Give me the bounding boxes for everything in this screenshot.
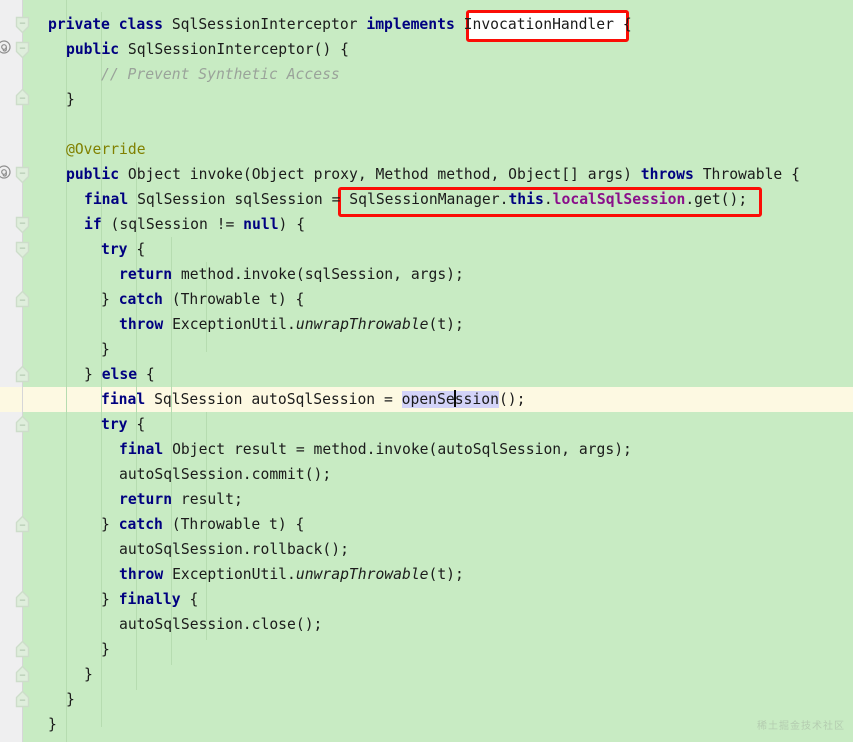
code-line[interactable]: @Override (66, 137, 146, 162)
code-line[interactable]: } (66, 687, 75, 712)
code-line[interactable]: } else { (84, 362, 155, 387)
code-line[interactable]: } (101, 637, 110, 662)
code-line[interactable]: return method.invoke(sqlSession, args); (119, 262, 464, 287)
code-line[interactable]: // Prevent Synthetic Access (101, 62, 340, 87)
code-line[interactable]: } catch (Throwable t) { (101, 512, 304, 537)
code-line[interactable]: public Object invoke(Object proxy, Metho… (66, 162, 800, 187)
code-line[interactable]: } (101, 337, 110, 362)
code-line[interactable]: autoSqlSession.close(); (119, 612, 322, 637)
code-line-current[interactable]: final SqlSession autoSqlSession = openSe… (101, 387, 525, 412)
code-line[interactable]: private class SqlSessionInterceptor impl… (48, 12, 632, 37)
code-line[interactable]: } catch (Throwable t) { (101, 287, 304, 312)
code-line[interactable]: } (84, 662, 93, 687)
code-line[interactable]: public SqlSessionInterceptor() { (66, 37, 349, 62)
code-line[interactable]: autoSqlSession.rollback(); (119, 537, 349, 562)
code-line[interactable]: throw ExceptionUtil.unwrapThrowable(t); (119, 562, 464, 587)
code-line[interactable]: try { (101, 412, 145, 437)
code-text-layer[interactable]: private class SqlSessionInterceptor impl… (0, 0, 853, 742)
code-line[interactable]: if (sqlSession != null) { (84, 212, 305, 237)
code-line[interactable]: } finally { (101, 587, 198, 612)
code-line[interactable]: return result; (119, 487, 243, 512)
code-line[interactable]: final SqlSession sqlSession = SqlSession… (84, 187, 747, 212)
code-line[interactable]: autoSqlSession.commit(); (119, 462, 331, 487)
code-line[interactable]: try { (101, 237, 145, 262)
code-line[interactable]: throw ExceptionUtil.unwrapThrowable(t); (119, 312, 464, 337)
code-line[interactable]: final Object result = method.invoke(auto… (119, 437, 632, 462)
code-editor[interactable]: private class SqlSessionInterceptor impl… (0, 0, 853, 742)
code-line[interactable]: } (66, 87, 75, 112)
code-line[interactable]: } (48, 712, 57, 737)
watermark: 稀土掘金技术社区 (757, 721, 845, 732)
